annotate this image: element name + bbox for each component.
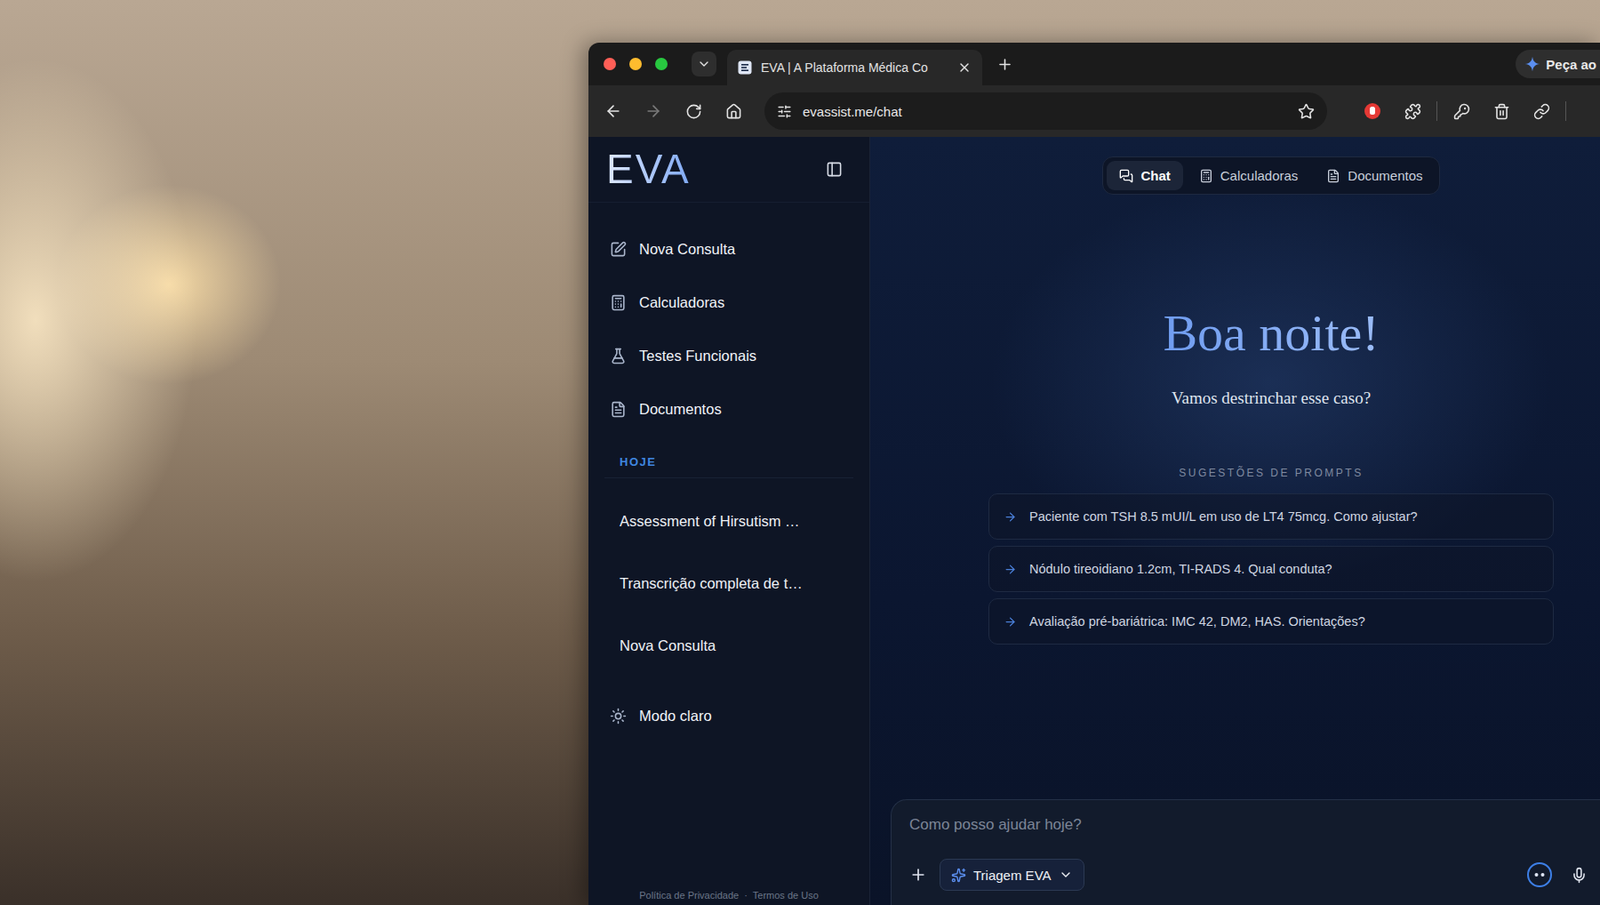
suggestions-title: SUGESTÕES DE PROMPTS bbox=[1178, 466, 1363, 480]
link-icon bbox=[1533, 103, 1551, 120]
document-icon bbox=[1326, 168, 1341, 184]
mode-dropdown[interactable]: Triagem EVA bbox=[939, 858, 1085, 891]
footer-link[interactable]: Termos de Uso bbox=[752, 889, 819, 901]
url-text: evassist.me/chat bbox=[802, 104, 1288, 120]
background-photo: EVA | A Plataforma Médica Co Peça ao evass… bbox=[0, 0, 1600, 905]
chat-icon bbox=[1119, 168, 1134, 184]
minimize-window-button[interactable] bbox=[629, 57, 642, 71]
extensions-button[interactable] bbox=[1396, 95, 1429, 128]
window-controls bbox=[603, 57, 668, 71]
suggestion-card[interactable]: Nódulo tireoidiano 1.2cm, TI-RADS 4. Qua… bbox=[988, 545, 1554, 592]
eva-favicon-icon bbox=[737, 60, 752, 75]
view-tab[interactable]: Chat bbox=[1106, 160, 1183, 191]
sidebar-toggle[interactable] bbox=[825, 160, 843, 178]
tab-strip: EVA | A Plataforma Médica Co Peça ao bbox=[588, 42, 1600, 86]
suggestion-card[interactable]: Paciente com TSH 8.5 mUI/L em uso de LT4… bbox=[988, 493, 1554, 540]
link-button[interactable] bbox=[1525, 95, 1558, 128]
subtitle: Vamos destrinchar esse caso? bbox=[1171, 386, 1371, 410]
pen-square-icon bbox=[609, 240, 627, 258]
sidebar-item[interactable]: Nova Consulta bbox=[588, 222, 870, 276]
arrow-right-icon bbox=[644, 102, 663, 120]
close-tab-icon[interactable] bbox=[957, 60, 972, 75]
sidebar-item[interactable]: Documentos bbox=[588, 382, 870, 436]
microphone-button[interactable] bbox=[1570, 866, 1588, 884]
history-list: Assessment of Hirsutism …Transcrição com… bbox=[588, 489, 870, 677]
close-window-button[interactable] bbox=[603, 57, 616, 71]
arrow-right-icon bbox=[1003, 562, 1017, 576]
main-panel: ChatCalculadorasDocumentos Boa noite! Vamo… bbox=[870, 136, 1600, 905]
trash-icon bbox=[1493, 103, 1511, 120]
theme-toggle[interactable]: Modo claro bbox=[588, 688, 870, 743]
history-item[interactable]: Assessment of Hirsutism … bbox=[588, 489, 870, 552]
key-icon bbox=[1453, 103, 1471, 120]
composer: Triagem EVA bbox=[890, 799, 1600, 905]
flask-icon bbox=[609, 347, 627, 365]
plus-icon bbox=[909, 865, 928, 884]
history-item[interactable]: Nova Consulta bbox=[588, 614, 870, 677]
extension-button[interactable] bbox=[1356, 95, 1389, 128]
back-button[interactable] bbox=[597, 95, 630, 128]
sidebar-item[interactable]: Calculadoras bbox=[588, 275, 870, 329]
site-info-icon[interactable] bbox=[776, 104, 792, 120]
section-label: HOJE bbox=[604, 455, 854, 479]
document-icon bbox=[609, 400, 627, 418]
calculator-icon bbox=[609, 294, 627, 312]
arrow-left-icon bbox=[604, 102, 623, 120]
blocker-extension-icon bbox=[1363, 102, 1382, 120]
footer-link[interactable]: Política de Privacidade bbox=[639, 889, 739, 901]
browser-toolbar: evassist.me/chat bbox=[588, 85, 1600, 137]
sidebar-footer: Política de Privacidade · Termos de Uso bbox=[588, 889, 870, 905]
chevron-down-icon bbox=[1058, 867, 1073, 882]
passwords-button[interactable] bbox=[1445, 95, 1478, 128]
new-tab-button[interactable] bbox=[996, 56, 1014, 73]
sidebar: EVANova ConsultaCalculadorasTestes Funci… bbox=[588, 136, 871, 905]
voice-mode-icon bbox=[1526, 861, 1553, 888]
message-input[interactable] bbox=[909, 814, 1588, 836]
delete-button[interactable] bbox=[1485, 95, 1518, 128]
browser-tab[interactable]: EVA | A Plataforma Médica Co bbox=[727, 49, 983, 86]
arrow-right-icon bbox=[1003, 615, 1017, 629]
home-icon bbox=[725, 103, 743, 120]
sidebar-item[interactable]: Testes Funcionais bbox=[588, 328, 870, 383]
footer-separator: · bbox=[744, 889, 748, 901]
history-item[interactable]: Transcrição completa de t… bbox=[588, 552, 870, 615]
home-button[interactable] bbox=[717, 95, 750, 128]
composer-actions bbox=[1526, 861, 1588, 888]
view-tab[interactable]: Documentos bbox=[1313, 160, 1435, 191]
voice-mode-button[interactable] bbox=[1526, 861, 1553, 888]
sparkle-icon bbox=[1524, 56, 1541, 72]
suggestions-list: Paciente com TSH 8.5 mUI/L em uso de LT4… bbox=[988, 493, 1554, 645]
panel-left-icon bbox=[825, 160, 843, 178]
sidebar-nav: Nova ConsultaCalculadorasTestes Funciona… bbox=[588, 222, 870, 436]
plus-icon bbox=[996, 56, 1014, 73]
puzzle-icon bbox=[1404, 103, 1422, 120]
arrow-right-icon bbox=[1003, 510, 1017, 524]
tab-search-button[interactable] bbox=[691, 51, 717, 77]
tab-title: EVA | A Plataforma Médica Co bbox=[760, 60, 949, 75]
calculator-icon bbox=[1199, 168, 1214, 184]
attach-button[interactable] bbox=[909, 865, 928, 884]
gemini-button[interactable]: Peça ao bbox=[1515, 49, 1600, 79]
sparkles-icon bbox=[951, 867, 967, 883]
composer-toolbar: Triagem EVA bbox=[909, 858, 1588, 891]
bookmark-star-icon[interactable] bbox=[1297, 103, 1315, 120]
greeting: Boa noite! bbox=[1162, 304, 1379, 363]
sun-icon bbox=[609, 707, 627, 725]
reload-button[interactable] bbox=[677, 95, 710, 128]
forward-button[interactable] bbox=[637, 95, 670, 128]
address-bar[interactable]: evassist.me/chat bbox=[764, 92, 1328, 130]
chevron-down-icon bbox=[696, 56, 712, 72]
suggestion-card[interactable]: Avaliação pré-bariátrica: IMC 42, DM2, H… bbox=[988, 598, 1554, 645]
logo-row: EVA bbox=[588, 136, 870, 203]
reload-icon bbox=[685, 103, 703, 120]
zoom-window-button[interactable] bbox=[655, 57, 668, 71]
view-tabs: ChatCalculadorasDocumentos bbox=[1102, 156, 1440, 195]
view-tab[interactable]: Calculadoras bbox=[1186, 160, 1312, 191]
app: EVANova ConsultaCalculadorasTestes Funci… bbox=[588, 136, 1600, 905]
microphone-icon bbox=[1570, 866, 1588, 884]
browser-window: EVA | A Plataforma Médica Co Peça ao evass… bbox=[588, 42, 1600, 905]
eva-logo[interactable]: EVA bbox=[606, 144, 691, 194]
